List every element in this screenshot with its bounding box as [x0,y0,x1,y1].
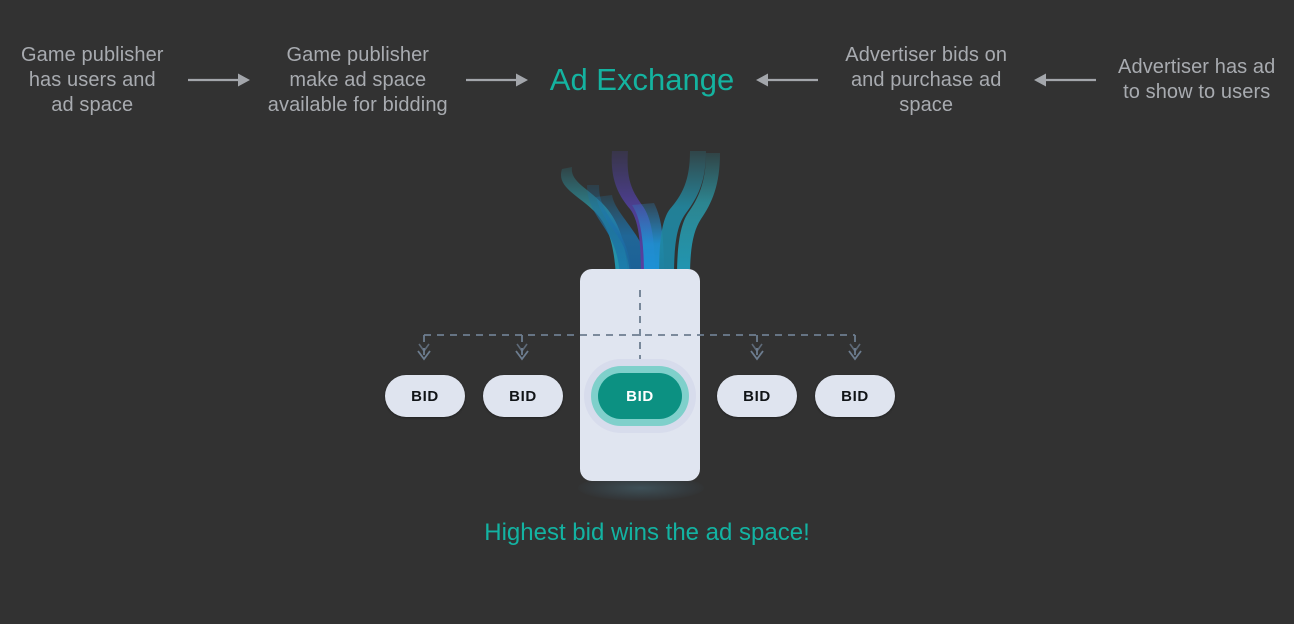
bid-pill-4[interactable]: BID [717,375,797,417]
bid-pill-5[interactable]: BID [815,375,895,417]
flow-step-advertiser-bids: Advertiser bids on and purchase ad space [845,43,1008,116]
flow-diagram-row: Game publisher has users and ad space Ga… [0,0,1294,160]
bid-pill-winner[interactable]: BID [598,373,682,419]
bid-pill-label: BID [626,387,654,405]
page-title: Ad Exchange [549,62,735,97]
flow-step-advertiser-ad: Advertiser has ad to show to users [1118,56,1276,103]
arrow-right-icon-1 [187,73,250,87]
data-streams-icon [560,151,720,277]
flow-step-publisher-users: Game publisher has users and ad space [20,43,164,116]
arrow-left-icon-2 [1034,73,1097,87]
bid-pill-label: BID [509,387,537,405]
flow-step-publisher-bidding: Game publisher make ad space available f… [267,43,448,116]
bid-pill-label: BID [841,387,869,405]
bid-pill-label: BID [743,387,771,405]
arrow-right-icon-2 [465,73,528,87]
auction-stage: BID BID BID BID BID [0,145,1294,565]
arrow-left-icon-1 [756,73,819,87]
auction-result-caption: Highest bid wins the ad space! [484,519,810,546]
bid-pill-label: BID [411,387,439,405]
bid-pill-1[interactable]: BID [385,375,465,417]
bid-pill-2[interactable]: BID [483,375,563,417]
